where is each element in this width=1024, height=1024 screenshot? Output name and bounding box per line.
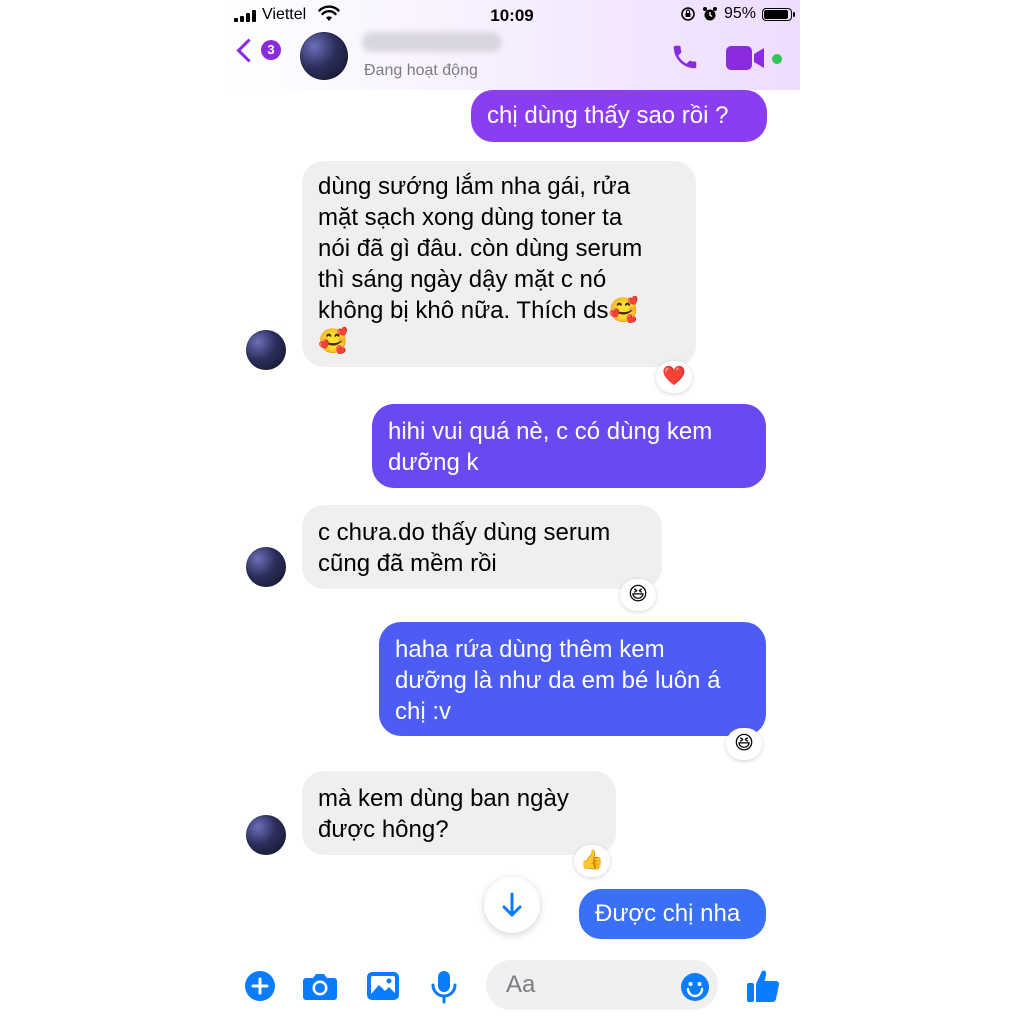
arrow-down-icon (502, 892, 522, 917)
message-outgoing[interactable]: chị dùng thấy sao rồi ? (471, 90, 767, 142)
message-text: chị dùng thấy sao rồi ? (487, 102, 729, 129)
unread-count-badge: 3 (261, 40, 281, 60)
message-incoming[interactable]: mà kem dùng ban ngày được hông? (302, 771, 616, 855)
messenger-screen: Viettel 10:09 95% 3 Đang hoạt động chị d… (224, 0, 800, 1024)
message-line: c chưa.do thấy dùng serum (318, 519, 611, 546)
message-line: 🥰 (318, 328, 348, 355)
top-bar: Viettel 10:09 95% 3 Đang hoạt động (224, 0, 800, 90)
message-line: cũng đã mềm rồi (318, 550, 497, 577)
message-line: haha rứa dùng thêm kem (395, 636, 665, 663)
composer-bar: Aa (224, 948, 800, 1024)
message-outgoing[interactable]: Được chị nha (579, 889, 766, 939)
message-line: được hông? (318, 816, 449, 843)
status-right: 95% (680, 5, 795, 23)
heart-reaction[interactable]: ❤️ (656, 361, 692, 393)
message-line: mà kem dùng ban ngày (318, 785, 569, 812)
sender-avatar (246, 330, 286, 370)
battery-icon (762, 7, 795, 21)
back-chevron-icon (236, 37, 261, 63)
video-camera-icon[interactable] (726, 44, 766, 72)
message-text: Được chị nha (595, 900, 741, 927)
thumbs-up-icon[interactable] (746, 968, 780, 1004)
message-line: dưỡng k (388, 449, 479, 476)
message-line: dưỡng là như da em bé luôn á (395, 667, 721, 694)
orientation-lock-icon (681, 7, 695, 21)
message-outgoing[interactable]: haha rứa dùng thêm kem dưỡng là như da e… (379, 622, 766, 736)
alarm-icon (702, 7, 717, 21)
message-line: nói đã gì đâu. còn dùng serum (318, 235, 643, 262)
gallery-icon[interactable] (366, 970, 400, 1002)
phone-icon[interactable] (670, 42, 700, 72)
contact-name-blurred[interactable] (362, 32, 502, 52)
online-dot-icon (772, 54, 782, 64)
contact-avatar[interactable] (300, 32, 348, 80)
emoji-icon[interactable] (680, 972, 710, 1002)
message-incoming[interactable]: dùng sướng lắm nha gái, rửa mặt sạch xon… (302, 161, 696, 367)
back-button[interactable]: 3 (236, 37, 281, 63)
sender-avatar (246, 547, 286, 587)
microphone-icon[interactable] (430, 970, 458, 1004)
message-line: dùng sướng lắm nha gái, rửa (318, 173, 631, 200)
thumbs-up-reaction[interactable]: 👍 (574, 845, 610, 877)
message-line: chị :v (395, 698, 452, 725)
message-outgoing[interactable]: hihi vui quá nè, c có dùng kem dưỡng k (372, 404, 766, 488)
scroll-down-button[interactable] (484, 877, 540, 933)
message-line: hihi vui quá nè, c có dùng kem (388, 418, 713, 445)
plus-icon[interactable] (244, 970, 276, 1002)
message-line: mặt sạch xong dùng toner ta (318, 204, 623, 231)
contact-active-status: Đang hoạt động (364, 62, 478, 79)
battery-percent: 95% (723, 5, 756, 22)
status-bar: Viettel 10:09 95% (224, 4, 800, 26)
laugh-reaction[interactable]: 😆 (726, 728, 762, 760)
message-line: không bị khô nữa. Thích ds🥰 (318, 297, 639, 324)
camera-icon[interactable] (302, 970, 338, 1002)
message-line: thì sáng ngày dậy mặt c nó (318, 266, 607, 293)
chat-header: 3 Đang hoạt động (224, 28, 800, 88)
sender-avatar (246, 815, 286, 855)
message-incoming[interactable]: c chưa.do thấy dùng serum cũng đã mềm rồ… (302, 505, 662, 589)
laugh-reaction[interactable]: 😆 (620, 579, 656, 611)
